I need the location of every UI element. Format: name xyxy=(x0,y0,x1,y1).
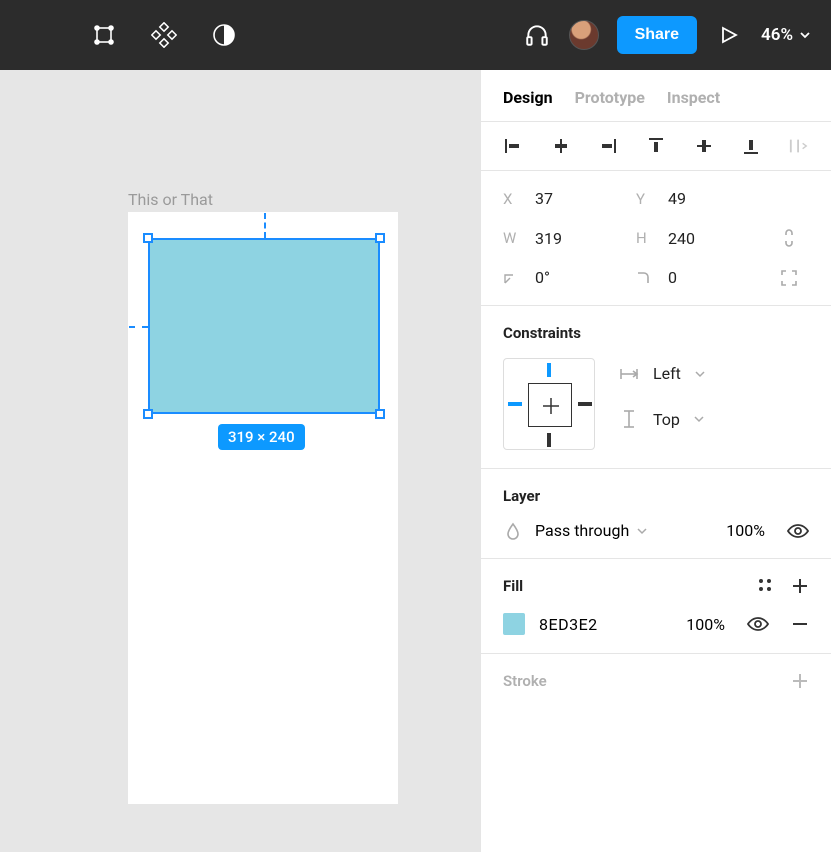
toolbar-left-group xyxy=(90,21,238,49)
add-stroke-icon[interactable] xyxy=(791,672,809,690)
layer-opacity-input[interactable]: 100% xyxy=(726,521,765,540)
prop-h[interactable]: H240 xyxy=(636,229,769,248)
fill-title: Fill xyxy=(503,577,523,595)
corner-radius-icon xyxy=(636,271,654,285)
constraint-pin-bottom[interactable] xyxy=(547,433,551,447)
layer-section: Layer Pass through 100% xyxy=(481,469,831,559)
chevron-down-icon xyxy=(637,526,647,536)
fill-section: Fill 8ED3E2 100% xyxy=(481,559,831,654)
visibility-toggle-icon[interactable] xyxy=(787,523,809,539)
constraints-title: Constraints xyxy=(503,324,809,342)
align-left-icon[interactable] xyxy=(503,136,523,156)
panel-tabs: Design Prototype Inspect xyxy=(481,70,831,122)
tab-inspect[interactable]: Inspect xyxy=(667,88,720,107)
toolbar-right-group: Share 46% xyxy=(523,16,811,54)
frame-title[interactable]: This or That xyxy=(128,190,213,209)
components-icon[interactable] xyxy=(150,21,178,49)
vertical-constraint-icon xyxy=(619,409,639,429)
vertical-constraint-dropdown[interactable]: Top xyxy=(619,409,705,429)
prop-x[interactable]: X37 xyxy=(503,189,636,208)
chevron-down-icon xyxy=(799,29,811,41)
add-fill-icon[interactable] xyxy=(791,577,809,595)
share-button[interactable]: Share xyxy=(617,16,697,54)
constrain-proportions-icon[interactable] xyxy=(769,228,809,248)
spacing-guide-left xyxy=(129,326,148,328)
selection-dimensions-badge: 319 × 240 xyxy=(218,424,305,450)
mask-icon[interactable] xyxy=(210,21,238,49)
fill-opacity-input[interactable]: 100% xyxy=(686,615,725,634)
blend-mode-dropdown[interactable]: Pass through xyxy=(535,521,647,540)
alignment-row xyxy=(481,122,831,171)
resize-handle-sw[interactable] xyxy=(143,409,153,419)
chevron-down-icon xyxy=(694,414,704,424)
resize-handle-se[interactable] xyxy=(375,409,385,419)
blend-mode-icon xyxy=(503,522,523,540)
headphones-icon[interactable] xyxy=(523,21,551,49)
stroke-section: Stroke xyxy=(481,654,831,698)
align-vcenter-icon[interactable] xyxy=(694,136,714,156)
chevron-down-icon xyxy=(695,369,705,379)
frame-tool-icon[interactable] xyxy=(90,21,118,49)
horizontal-constraint-icon xyxy=(619,367,639,381)
zoom-value: 46% xyxy=(761,25,793,45)
constraints-section: Constraints Left xyxy=(481,306,831,469)
user-avatar[interactable] xyxy=(569,20,599,50)
horizontal-constraint-dropdown[interactable]: Left xyxy=(619,364,705,383)
align-right-icon[interactable] xyxy=(598,136,618,156)
fill-hex-input[interactable]: 8ED3E2 xyxy=(539,615,598,634)
present-icon[interactable] xyxy=(715,21,743,49)
remove-fill-icon[interactable] xyxy=(791,615,809,633)
selected-rectangle[interactable] xyxy=(148,238,380,414)
independent-corners-icon[interactable] xyxy=(769,269,809,287)
stroke-title: Stroke xyxy=(503,672,547,690)
canvas-area[interactable]: This or That 319 × 240 xyxy=(0,70,480,852)
prop-y[interactable]: Y49 xyxy=(636,189,769,208)
prop-w[interactable]: W319 xyxy=(503,229,636,248)
fill-visibility-icon[interactable] xyxy=(747,616,769,632)
prop-rotation[interactable]: 0° xyxy=(503,268,636,287)
rotation-icon xyxy=(503,271,521,285)
constraints-widget[interactable] xyxy=(503,358,595,450)
align-hcenter-icon[interactable] xyxy=(551,136,571,156)
fill-color-swatch[interactable] xyxy=(503,613,525,635)
prop-radius[interactable]: 0 xyxy=(636,268,769,287)
layer-title: Layer xyxy=(503,487,809,505)
properties-section: X37 Y49 W319 H240 0° 0 xyxy=(481,171,831,306)
align-bottom-icon[interactable] xyxy=(741,136,761,156)
distribute-icon xyxy=(789,136,809,156)
tab-design[interactable]: Design xyxy=(503,88,553,107)
constraint-pin-right[interactable] xyxy=(578,402,592,406)
tab-prototype[interactable]: Prototype xyxy=(575,88,645,107)
align-top-icon[interactable] xyxy=(646,136,666,156)
constraint-pin-top[interactable] xyxy=(547,363,551,377)
zoom-dropdown[interactable]: 46% xyxy=(761,25,811,45)
constraint-pin-left[interactable] xyxy=(508,402,522,406)
resize-handle-nw[interactable] xyxy=(143,233,153,243)
top-toolbar: Share 46% xyxy=(0,0,831,70)
inspector-panel: Design Prototype Inspect X37 Y49 W319 H2… xyxy=(480,70,831,852)
resize-handle-ne[interactable] xyxy=(375,233,385,243)
fill-styles-icon[interactable] xyxy=(757,577,773,595)
spacing-guide-top xyxy=(264,213,266,238)
